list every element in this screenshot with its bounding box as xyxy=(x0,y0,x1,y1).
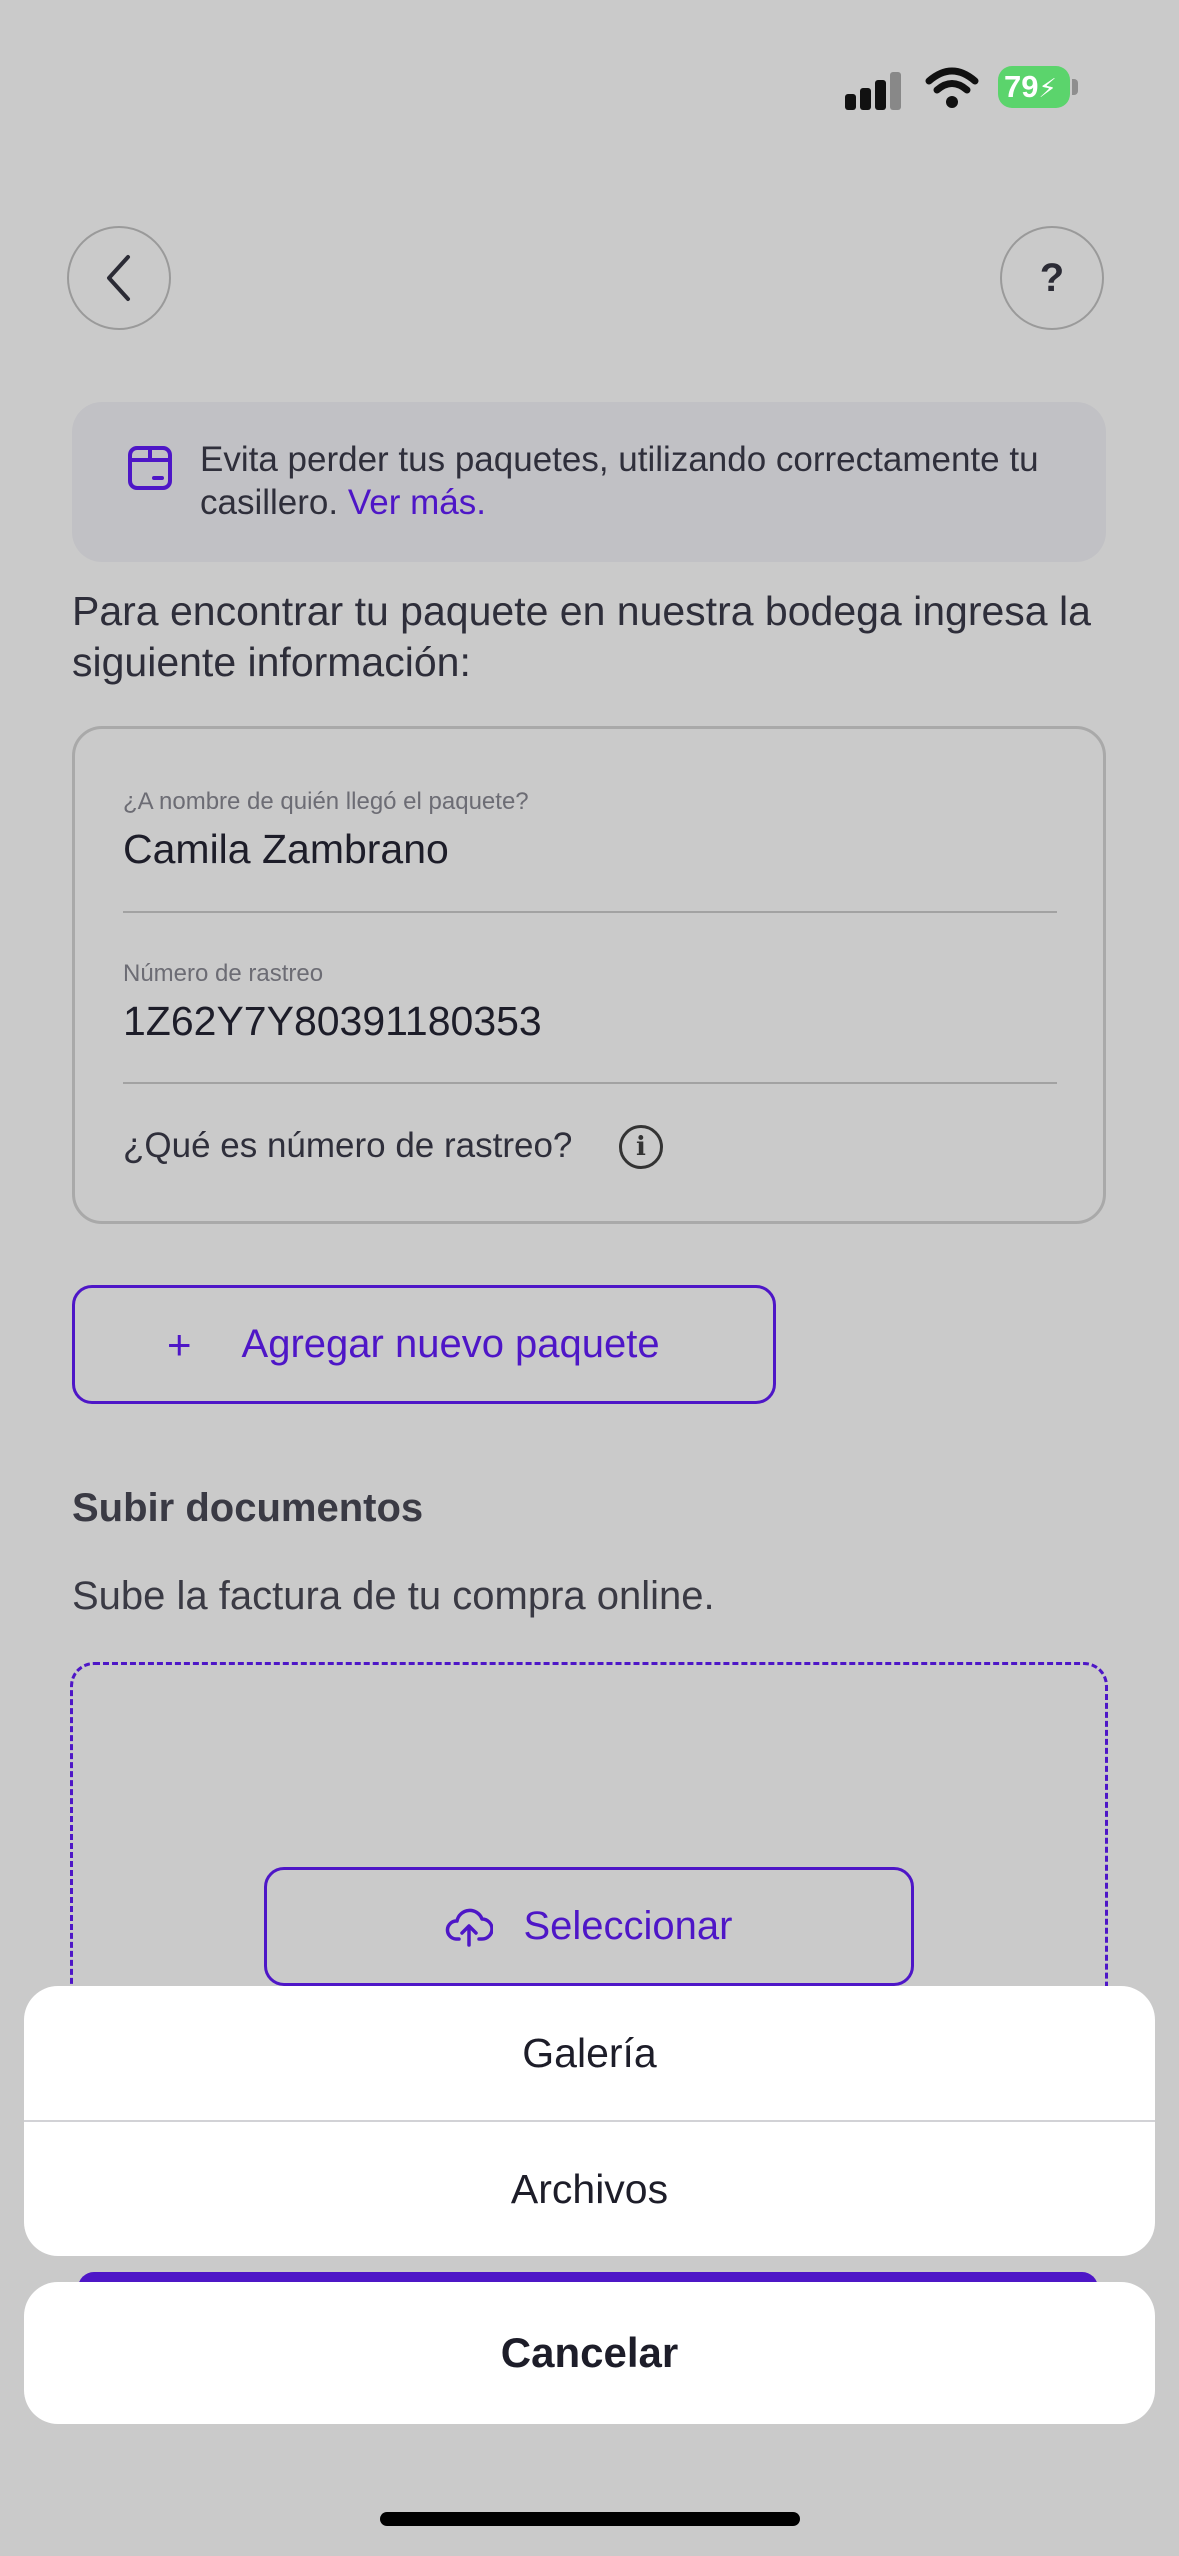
battery-charging-icon: 79⚡ xyxy=(998,66,1080,108)
cloud-upload-icon xyxy=(446,1908,494,1947)
status-bar: 79⚡ xyxy=(0,0,1179,170)
tracking-field-label: Número de rastreo xyxy=(123,960,324,987)
name-field[interactable]: Camila Zambrano xyxy=(123,826,449,873)
signal-icon xyxy=(845,70,905,110)
files-option[interactable]: Archivos xyxy=(24,2122,1155,2256)
battery-level: 79 xyxy=(1004,69,1039,104)
tracking-help-text[interactable]: ¿Qué es número de rastreo? xyxy=(123,1126,572,1166)
ver-mas-link[interactable]: Ver más. xyxy=(348,483,486,522)
add-package-label: Agregar nuevo paquete xyxy=(241,1322,660,1366)
tracking-number-field[interactable]: 1Z62Y7Y80391180353 xyxy=(123,998,542,1045)
select-file-button[interactable]: Seleccionar xyxy=(264,1867,914,1986)
banner-text: Evita perder tus paquetes, utilizando co… xyxy=(200,438,1060,524)
cancel-button[interactable]: Cancelar xyxy=(24,2282,1155,2424)
action-sheet-options: Galería Archivos xyxy=(24,1986,1155,2256)
documents-subtitle: Sube la factura de tu compra online. xyxy=(72,1574,715,1618)
info-icon[interactable]: i xyxy=(619,1125,663,1169)
add-package-button[interactable]: + Agregar nuevo paquete xyxy=(72,1285,776,1404)
help-label: ? xyxy=(1039,255,1065,300)
tracking-field-underline xyxy=(123,1082,1057,1084)
intro-text: Para encontrar tu paquete en nuestra bod… xyxy=(72,588,1091,685)
banner-message: Evita perder tus paquetes, utilizando co… xyxy=(200,440,1039,522)
home-indicator[interactable] xyxy=(380,2512,800,2526)
select-file-label: Seleccionar xyxy=(523,1904,733,1948)
plus-icon: + xyxy=(167,1320,192,1368)
gallery-option[interactable]: Galería xyxy=(24,1986,1155,2120)
help-button[interactable]: ? xyxy=(1000,226,1104,330)
package-box-icon xyxy=(128,446,172,490)
wifi-icon xyxy=(925,66,979,110)
documents-title: Subir documentos xyxy=(72,1486,424,1530)
name-field-label: ¿A nombre de quién llegó el paquete? xyxy=(123,788,529,815)
name-field-underline xyxy=(123,911,1057,913)
chevron-left-icon xyxy=(107,255,130,301)
back-button[interactable] xyxy=(67,226,171,330)
